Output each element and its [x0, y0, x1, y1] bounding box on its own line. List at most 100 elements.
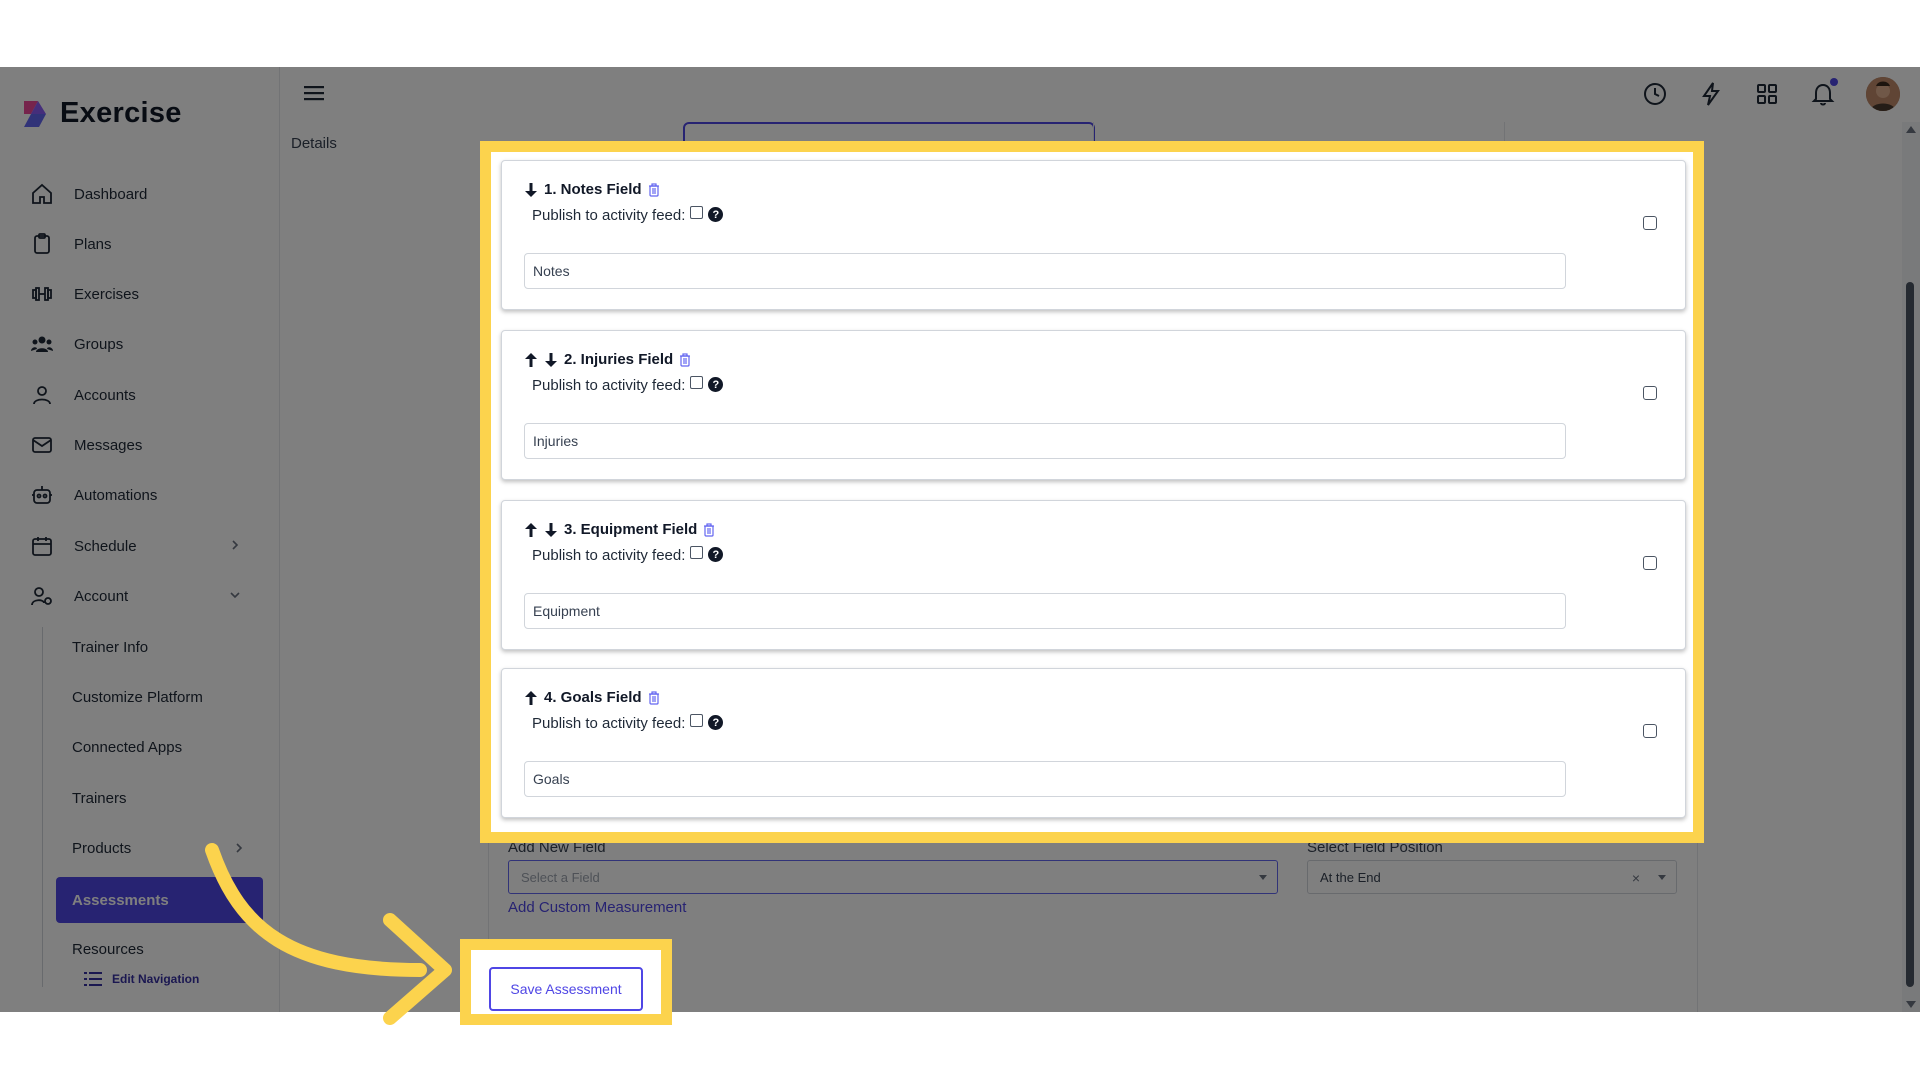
- sidebar-item-dashboard[interactable]: Dashboard: [30, 174, 250, 214]
- sidebar-item-schedule[interactable]: Schedule: [30, 526, 250, 566]
- sidebar-subitem-customize-platform[interactable]: Customize Platform: [72, 682, 203, 712]
- field-card-equipment: 3. Equipment Field Publish to activity f…: [501, 500, 1686, 650]
- field-card-goals: 4. Goals Field Publish to activity feed:…: [501, 668, 1686, 818]
- sidebar-item-label: Account: [74, 587, 129, 605]
- trash-icon[interactable]: [648, 182, 660, 197]
- publish-checkbox[interactable]: [690, 376, 704, 389]
- trash-icon[interactable]: [648, 690, 660, 705]
- sidebar-item-account[interactable]: Account: [30, 576, 250, 616]
- help-icon[interactable]: ?: [708, 547, 724, 562]
- publish-label: Publish to activity feed:: [532, 377, 686, 394]
- field-select-checkbox[interactable]: [1643, 386, 1657, 400]
- field-name-input[interactable]: Goals: [524, 761, 1566, 797]
- scrollbar-thumb[interactable]: [1906, 282, 1914, 987]
- field-card-title: 4. Goals Field: [544, 689, 642, 706]
- trash-icon[interactable]: [703, 522, 715, 537]
- sidebar-item-label: Messages: [74, 436, 143, 454]
- sidebar-subitem-resources[interactable]: Resources: [72, 934, 144, 964]
- robot-icon: [32, 486, 52, 504]
- avatar[interactable]: [1866, 77, 1900, 111]
- field-card-header: 4. Goals Field: [524, 689, 660, 706]
- arrow-up-icon[interactable]: [524, 352, 538, 368]
- brand-logo-icon: [24, 100, 46, 127]
- publish-checkbox[interactable]: [690, 546, 704, 559]
- field-name-input[interactable]: Notes: [524, 253, 1566, 289]
- scroll-down-arrow-icon[interactable]: [1906, 1001, 1916, 1008]
- edit-navigation-link[interactable]: Edit Navigation: [84, 971, 199, 987]
- field-name-input[interactable]: Equipment: [524, 593, 1566, 629]
- sidebar-subitem-connected-apps[interactable]: Connected Apps: [72, 732, 182, 762]
- field-position-dropdown[interactable]: At the End ×: [1307, 860, 1677, 894]
- field-card-title: 1. Notes Field: [544, 181, 642, 198]
- help-icon[interactable]: ?: [708, 715, 724, 730]
- sidebar-item-exercises[interactable]: Exercises: [30, 274, 250, 314]
- apps-grid-icon[interactable]: [1754, 81, 1780, 107]
- sidebar-subitem-products[interactable]: Products: [72, 833, 252, 863]
- brand[interactable]: Exercise: [20, 97, 182, 130]
- sidebar-item-accounts[interactable]: Accounts: [30, 375, 250, 415]
- chevron-right-icon: [236, 843, 243, 853]
- field-select-checkbox[interactable]: [1643, 724, 1657, 738]
- help-icon[interactable]: ?: [708, 377, 724, 392]
- sidebar-subitem-trainers[interactable]: Trainers: [72, 783, 126, 813]
- arrow-up-icon[interactable]: [524, 522, 538, 538]
- field-select-checkbox[interactable]: [1643, 216, 1657, 230]
- select-field-placeholder: Select a Field: [521, 869, 600, 885]
- top-bar-actions: [1642, 77, 1900, 111]
- field-card-notes: 1. Notes Field Publish to activity feed:…: [501, 160, 1686, 310]
- arrow-down-icon[interactable]: [544, 522, 558, 538]
- dumbbell-icon: [32, 287, 52, 301]
- sidebar-item-label: Groups: [74, 335, 124, 353]
- publish-checkbox[interactable]: [690, 206, 704, 219]
- history-clock-icon[interactable]: [1642, 81, 1668, 107]
- avatar-photo-icon: [1866, 77, 1900, 111]
- user-icon: [33, 386, 51, 405]
- publish-label: Publish to activity feed:: [532, 207, 686, 224]
- notification-dot: [1830, 78, 1838, 86]
- publish-row: Publish to activity feed: ?: [532, 546, 724, 564]
- top-bar: [281, 67, 1920, 122]
- sidebar-item-label: Schedule: [74, 537, 137, 555]
- edit-navigation-label: Edit Navigation: [112, 972, 200, 986]
- clear-selection-icon[interactable]: ×: [1632, 870, 1640, 886]
- sidebar-item-label: Accounts: [74, 386, 136, 404]
- sidebar-subitem-trainer-info[interactable]: Trainer Info: [72, 632, 148, 662]
- publish-row: Publish to activity feed: ?: [532, 206, 724, 224]
- arrow-down-icon[interactable]: [544, 352, 558, 368]
- tab-details[interactable]: Details: [291, 122, 337, 164]
- sidebar-subitem-assessments[interactable]: Assessments: [56, 877, 263, 923]
- lightning-icon[interactable]: [1698, 81, 1724, 107]
- select-field-dropdown[interactable]: Select a Field: [508, 860, 1278, 894]
- sidebar: Exercise Dashboard Plans Exercises Group…: [0, 67, 280, 1012]
- add-custom-measurement-link[interactable]: Add Custom Measurement: [508, 899, 686, 916]
- publish-checkbox[interactable]: [690, 714, 704, 727]
- select-field-position-label: Select Field Position: [1307, 839, 1443, 856]
- field-card-header: 1. Notes Field: [524, 181, 660, 198]
- trash-icon[interactable]: [679, 352, 691, 367]
- field-card-injuries: 2. Injuries Field Publish to activity fe…: [501, 330, 1686, 480]
- page-scrollbar[interactable]: [1902, 122, 1920, 1012]
- user-gear-icon: [31, 587, 52, 606]
- caret-down-icon: [1259, 875, 1267, 880]
- field-card-header: 3. Equipment Field: [524, 521, 715, 538]
- sidebar-item-groups[interactable]: Groups: [30, 324, 250, 364]
- notifications-button[interactable]: [1810, 78, 1838, 107]
- field-select-checkbox[interactable]: [1643, 556, 1657, 570]
- scroll-up-arrow-icon[interactable]: [1906, 126, 1916, 133]
- sidebar-item-messages[interactable]: Messages: [30, 425, 250, 465]
- arrow-down-icon[interactable]: [524, 182, 538, 198]
- list-icon: [84, 972, 102, 986]
- sidebar-item-plans[interactable]: Plans: [30, 224, 250, 264]
- save-assessment-button[interactable]: Save Assessment: [489, 967, 643, 1011]
- field-name-input[interactable]: Injuries: [524, 423, 1566, 459]
- sidebar-item-automations[interactable]: Automations: [30, 475, 250, 515]
- arrow-up-icon[interactable]: [524, 690, 538, 706]
- calendar-icon: [32, 537, 52, 556]
- publish-label: Publish to activity feed:: [532, 715, 686, 732]
- home-icon: [32, 183, 52, 204]
- sidebar-item-label: Automations: [74, 486, 158, 504]
- clipboard-icon: [34, 233, 50, 254]
- sidebar-item-label: Plans: [74, 235, 112, 253]
- hamburger-menu-icon[interactable]: [303, 83, 325, 103]
- help-icon[interactable]: ?: [708, 207, 724, 222]
